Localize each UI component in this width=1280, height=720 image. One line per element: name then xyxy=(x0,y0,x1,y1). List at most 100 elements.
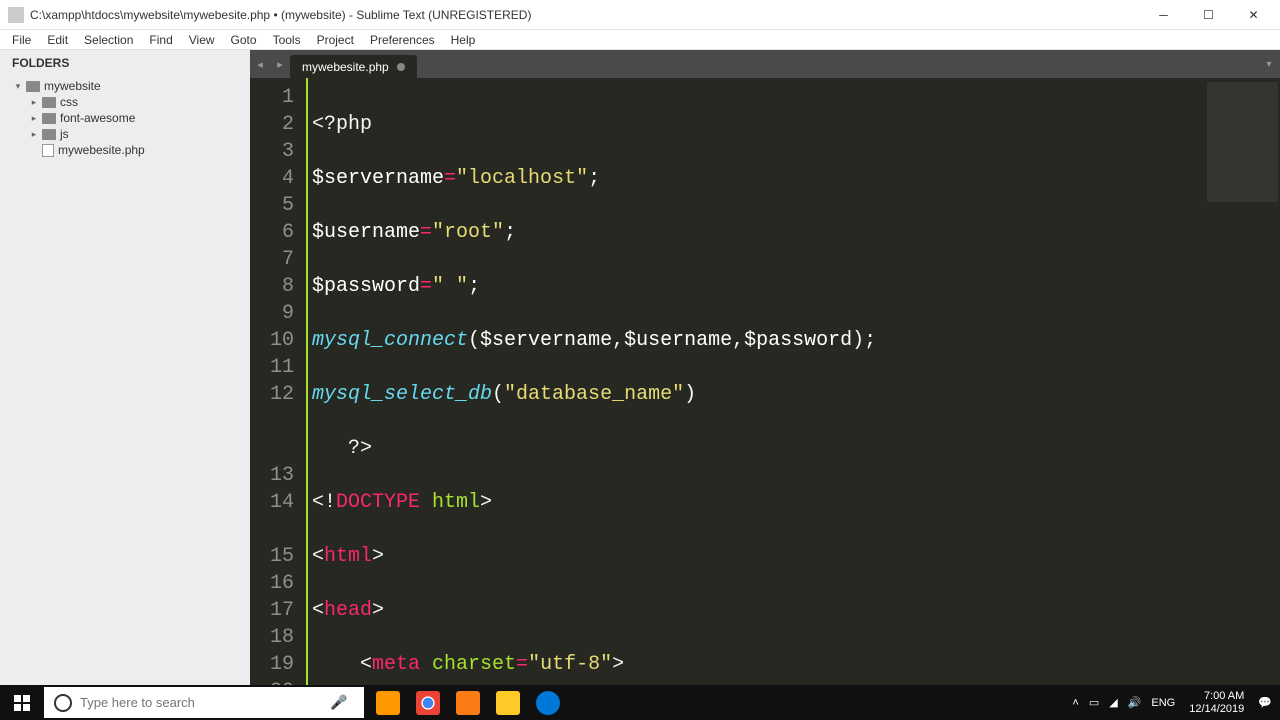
maximize-button[interactable]: ☐ xyxy=(1186,0,1231,30)
menu-goto[interactable]: Goto xyxy=(223,31,265,49)
tray-lang[interactable]: ENG xyxy=(1151,697,1175,709)
minimap[interactable] xyxy=(1205,78,1280,685)
code-line: $password=" "; xyxy=(312,273,1205,300)
tray-volume-icon[interactable]: 🔊 xyxy=(1128,696,1142,709)
line-number: 11 xyxy=(250,354,294,381)
line-number: 16 xyxy=(250,570,294,597)
folder-icon xyxy=(26,81,40,92)
tray-notifications-icon[interactable]: 💬 xyxy=(1258,696,1272,709)
tree-folder-css[interactable]: ▸ css xyxy=(0,94,250,110)
search-input[interactable] xyxy=(80,695,316,710)
menu-bar: File Edit Selection Find View Goto Tools… xyxy=(0,30,1280,50)
system-tray: ˄ ▭ ◢ 🔊 ENG 7:00 AM 12/14/2019 💬 xyxy=(1064,685,1280,720)
menu-tools[interactable]: Tools xyxy=(265,31,309,49)
line-number: 1 xyxy=(250,84,294,111)
tree-label: mywebsite xyxy=(44,79,101,93)
menu-file[interactable]: File xyxy=(4,31,39,49)
line-number: 8 xyxy=(250,273,294,300)
line-number: 5 xyxy=(250,192,294,219)
taskbar-app-xampp[interactable] xyxy=(448,685,488,720)
cortana-icon xyxy=(54,694,72,712)
tab-overflow-button[interactable]: ▾ xyxy=(1258,50,1280,78)
tray-date: 12/14/2019 xyxy=(1189,703,1244,716)
code-line: $username="root"; xyxy=(312,219,1205,246)
minimap-viewport xyxy=(1207,82,1278,202)
taskbar-app-sublime[interactable] xyxy=(368,685,408,720)
line-number: 14 xyxy=(250,489,294,543)
line-number: 12 xyxy=(250,381,294,408)
tab-prev-button[interactable]: ◂ xyxy=(250,50,270,78)
chevron-right-icon: ▸ xyxy=(28,112,40,124)
menu-edit[interactable]: Edit xyxy=(39,31,76,49)
tree-label: js xyxy=(60,127,69,141)
tray-wifi-icon[interactable]: ◢ xyxy=(1109,696,1117,709)
code-editor[interactable]: 1 2 3 4 5 6 7 8 9 10 11 12 13 14 15 16 1… xyxy=(250,78,1280,685)
tree-root[interactable]: ▾ mywebsite xyxy=(0,78,250,94)
code-line: mysql_connect($servername,$username,$pas… xyxy=(312,327,1205,354)
line-number: 18 xyxy=(250,624,294,651)
folders-header: FOLDERS xyxy=(0,50,250,76)
menu-find[interactable]: Find xyxy=(141,31,180,49)
line-number: 13 xyxy=(250,462,294,489)
menu-preferences[interactable]: Preferences xyxy=(362,31,443,49)
code-line: <meta charset="utf-8"> xyxy=(312,651,1205,678)
chevron-right-icon: ▸ xyxy=(28,96,40,108)
taskbar-app-chrome[interactable] xyxy=(408,685,448,720)
minimize-button[interactable]: ─ xyxy=(1141,0,1186,30)
chevron-right-icon: ▸ xyxy=(28,128,40,140)
line-number: 9 xyxy=(250,300,294,327)
line-number: 20 xyxy=(250,678,294,685)
tree-folder-js[interactable]: ▸ js xyxy=(0,126,250,142)
folder-icon xyxy=(42,97,56,108)
code-line: <head> xyxy=(312,597,1205,624)
line-number: 6 xyxy=(250,219,294,246)
tab-bar: ◂ ▸ mywebesite.php ▾ xyxy=(250,50,1280,78)
menu-view[interactable]: View xyxy=(181,31,223,49)
tab-file[interactable]: mywebesite.php xyxy=(290,55,417,78)
taskbar-app-edge[interactable] xyxy=(528,685,568,720)
taskbar-search[interactable]: 🎤 xyxy=(44,687,364,718)
code-area[interactable]: <?php $servername="localhost"; $username… xyxy=(306,78,1205,685)
line-number xyxy=(250,408,294,462)
line-number: 17 xyxy=(250,597,294,624)
line-number: 3 xyxy=(250,138,294,165)
tab-label: mywebesite.php xyxy=(302,60,389,74)
line-number: 4 xyxy=(250,165,294,192)
tree-label: mywebesite.php xyxy=(58,143,145,157)
app-icon xyxy=(8,7,24,23)
tree-label: font-awesome xyxy=(60,111,135,125)
tree-file[interactable]: mywebesite.php xyxy=(0,142,250,158)
menu-project[interactable]: Project xyxy=(309,31,362,49)
code-line: mysql_select_db("database_name") xyxy=(312,381,1205,408)
windows-taskbar: 🎤 ˄ ▭ ◢ 🔊 ENG 7:00 AM 12/14/2019 💬 xyxy=(0,685,1280,720)
tray-chevron-up-icon[interactable]: ˄ xyxy=(1072,697,1078,709)
tray-battery-icon[interactable]: ▭ xyxy=(1089,696,1099,709)
close-button[interactable]: ✕ xyxy=(1231,0,1276,30)
folder-icon xyxy=(42,113,56,124)
code-line: <!DOCTYPE html> xyxy=(312,489,1205,516)
line-gutter: 1 2 3 4 5 6 7 8 9 10 11 12 13 14 15 16 1… xyxy=(250,78,306,685)
tray-time: 7:00 AM xyxy=(1189,690,1244,703)
code-line: $servername="localhost"; xyxy=(312,165,1205,192)
window-controls: ─ ☐ ✕ xyxy=(1141,0,1276,30)
taskbar-app-explorer[interactable] xyxy=(488,685,528,720)
tray-clock[interactable]: 7:00 AM 12/14/2019 xyxy=(1185,690,1248,716)
mic-icon[interactable]: 🎤 xyxy=(324,694,354,711)
folder-tree: ▾ mywebsite ▸ css ▸ font-awesome ▸ js xyxy=(0,76,250,160)
tree-label: css xyxy=(60,95,78,109)
tree-folder-fontawesome[interactable]: ▸ font-awesome xyxy=(0,110,250,126)
tab-next-button[interactable]: ▸ xyxy=(270,50,290,78)
file-icon xyxy=(42,144,54,157)
folder-icon xyxy=(42,129,56,140)
line-number: 2 xyxy=(250,111,294,138)
code-line: <?php xyxy=(312,111,1205,138)
start-button[interactable] xyxy=(0,685,44,720)
code-line: ?> xyxy=(312,435,1205,462)
chevron-down-icon: ▾ xyxy=(12,80,24,92)
spacer xyxy=(28,144,40,156)
windows-icon xyxy=(14,695,30,711)
unsaved-dot-icon xyxy=(397,63,405,71)
line-number: 10 xyxy=(250,327,294,354)
menu-help[interactable]: Help xyxy=(443,31,484,49)
menu-selection[interactable]: Selection xyxy=(76,31,141,49)
